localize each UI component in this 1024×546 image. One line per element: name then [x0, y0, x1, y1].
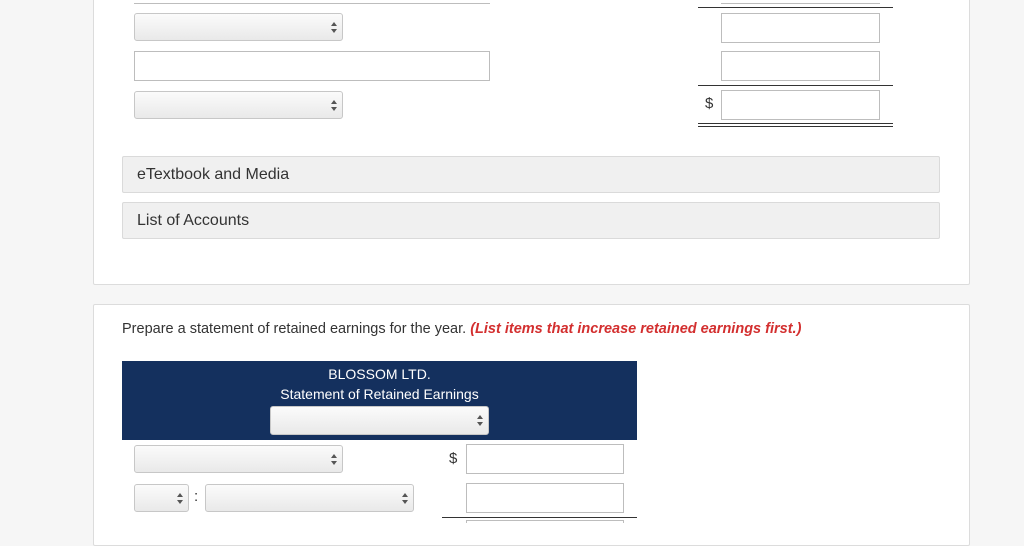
- retained-amount-input-1[interactable]: [466, 444, 624, 474]
- retained-account-select-1[interactable]: [134, 445, 343, 473]
- amount-input-1[interactable]: [721, 13, 880, 43]
- text-input-1[interactable]: [134, 51, 490, 81]
- select-arrows-icon: [331, 22, 337, 33]
- double-rule-1: [698, 123, 893, 124]
- total-amount-input[interactable]: [721, 90, 880, 120]
- retained-amount-input-2[interactable]: [466, 483, 624, 513]
- subtotal-rule: [698, 85, 893, 86]
- dollar-sign: $: [705, 95, 714, 112]
- company-name: BLOSSOM LTD.: [328, 366, 431, 382]
- select-arrows-icon: [477, 415, 483, 426]
- colon-separator: :: [194, 488, 199, 505]
- list-of-accounts-link[interactable]: List of Accounts: [122, 202, 940, 239]
- top-right-input-bottom-border: [721, 3, 880, 4]
- retained-rule: [442, 517, 637, 518]
- instruction-main: Prepare a statement of retained earnings…: [122, 321, 467, 337]
- retained-account-select-2[interactable]: [205, 484, 414, 512]
- top-rule: [698, 7, 893, 8]
- dollar-sign: $: [449, 450, 458, 467]
- double-rule-2: [698, 126, 893, 127]
- add-less-select[interactable]: [134, 484, 189, 512]
- select-arrows-icon: [402, 493, 408, 504]
- account-select-2[interactable]: [134, 91, 343, 119]
- statement-title: Statement of Retained Earnings: [280, 386, 479, 402]
- instruction-text: Prepare a statement of retained earnings…: [122, 321, 801, 337]
- etextbook-link[interactable]: eTextbook and Media: [122, 156, 940, 193]
- top-input-bottom-border: [134, 3, 490, 4]
- instruction-note: (List items that increase retained earni…: [470, 321, 802, 337]
- period-select[interactable]: [270, 406, 489, 435]
- select-arrows-icon: [331, 100, 337, 111]
- account-select-1[interactable]: [134, 13, 343, 41]
- select-arrows-icon: [331, 454, 337, 465]
- amount-input-2[interactable]: [721, 51, 880, 81]
- select-arrows-icon: [177, 493, 183, 504]
